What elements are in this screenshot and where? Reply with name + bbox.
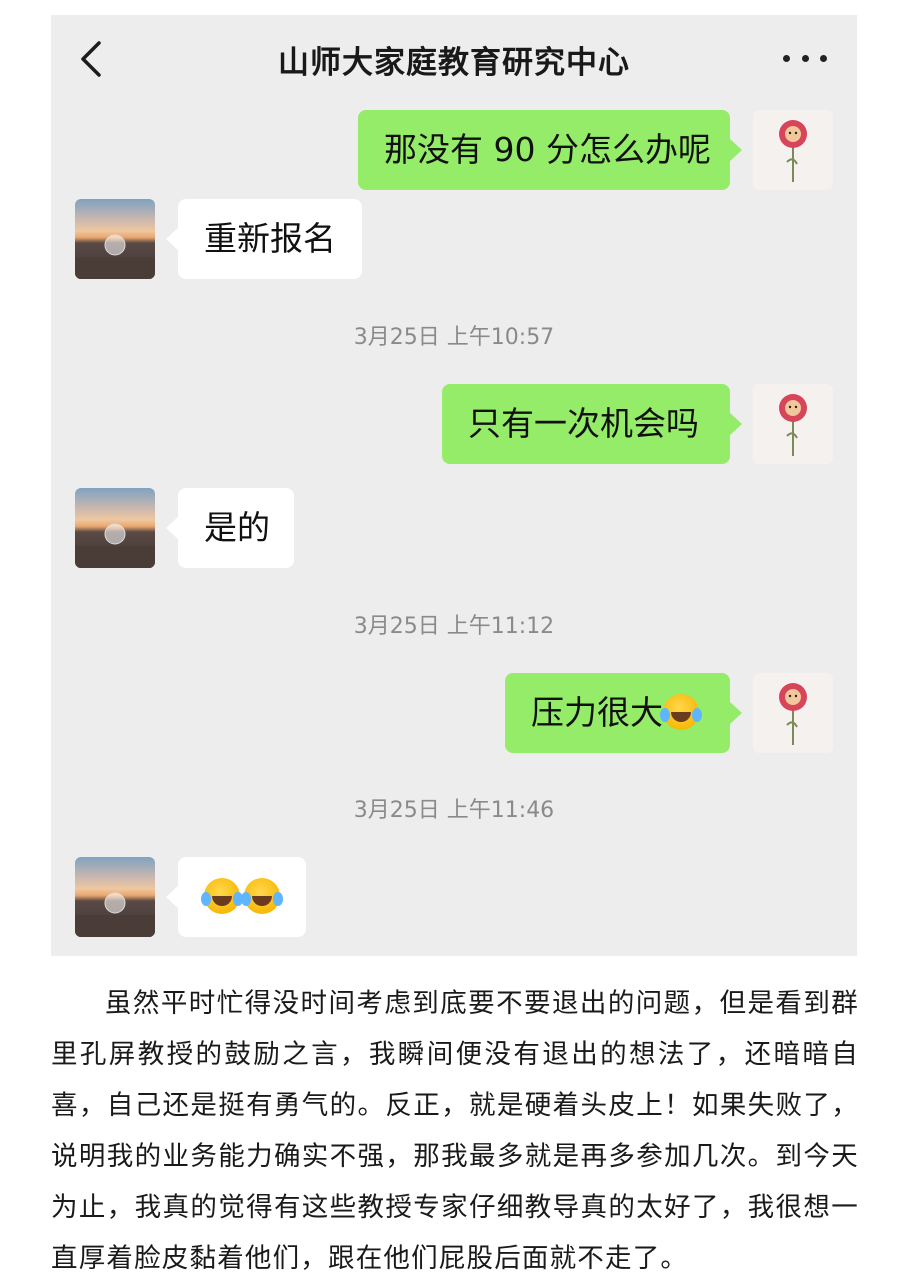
message-bubble-received[interactable] xyxy=(166,857,306,937)
tears-of-joy-emoji-icon xyxy=(660,693,699,730)
flower-avatar-icon xyxy=(779,683,807,745)
avatar-contact[interactable] xyxy=(75,199,155,279)
chevron-left-icon xyxy=(81,41,101,77)
message-bubble-received[interactable]: 是的 xyxy=(166,488,294,568)
timestamp: 3月25日 上午11:46 xyxy=(353,798,555,823)
timestamp: 3月25日 上午11:12 xyxy=(353,614,555,639)
rolling-laughing-emoji-icon xyxy=(241,877,280,914)
timestamp: 3月25日 上午10:57 xyxy=(353,325,555,350)
avatar-self[interactable] xyxy=(753,384,833,464)
message-text: 压力很大 xyxy=(531,693,663,732)
chat-window: 山师大家庭教育研究中心 那没有 90 分怎么办呢 重新报名 3月25日 上午10… xyxy=(51,15,857,956)
message-bubble-received[interactable]: 重新报名 xyxy=(166,199,362,279)
more-dots-icon xyxy=(783,54,790,62)
more-dot xyxy=(820,54,827,62)
chat-header: 山师大家庭教育研究中心 xyxy=(51,15,857,103)
flower-avatar-icon xyxy=(779,394,807,456)
flower-avatar-icon xyxy=(779,120,807,182)
avatar-contact[interactable] xyxy=(75,857,155,937)
avatar-self[interactable] xyxy=(753,673,833,753)
more-dot xyxy=(801,54,809,62)
message-bubble-sent[interactable]: 压力很大 xyxy=(505,673,742,753)
back-button[interactable] xyxy=(77,39,107,79)
avatar-contact[interactable] xyxy=(75,488,155,568)
glass-ball-avatar-icon xyxy=(75,892,155,937)
glass-ball-avatar-icon xyxy=(75,234,155,279)
glass-ball-avatar-icon xyxy=(75,523,155,568)
message-bubble-sent[interactable]: 那没有 90 分怎么办呢 xyxy=(358,110,742,190)
rolling-laughing-emoji-icon xyxy=(201,877,240,914)
message-bubble-sent[interactable]: 只有一次机会吗 xyxy=(442,384,742,464)
chat-title: 山师大家庭教育研究中心 xyxy=(278,45,630,81)
avatar-self[interactable] xyxy=(753,110,833,190)
more-options-button[interactable] xyxy=(783,43,827,73)
article-paragraph: 虽然平时忙得没时间考虑到底要不要退出的问题，但是看到群里孔屏教授的鼓励之言，我瞬… xyxy=(51,988,859,1274)
